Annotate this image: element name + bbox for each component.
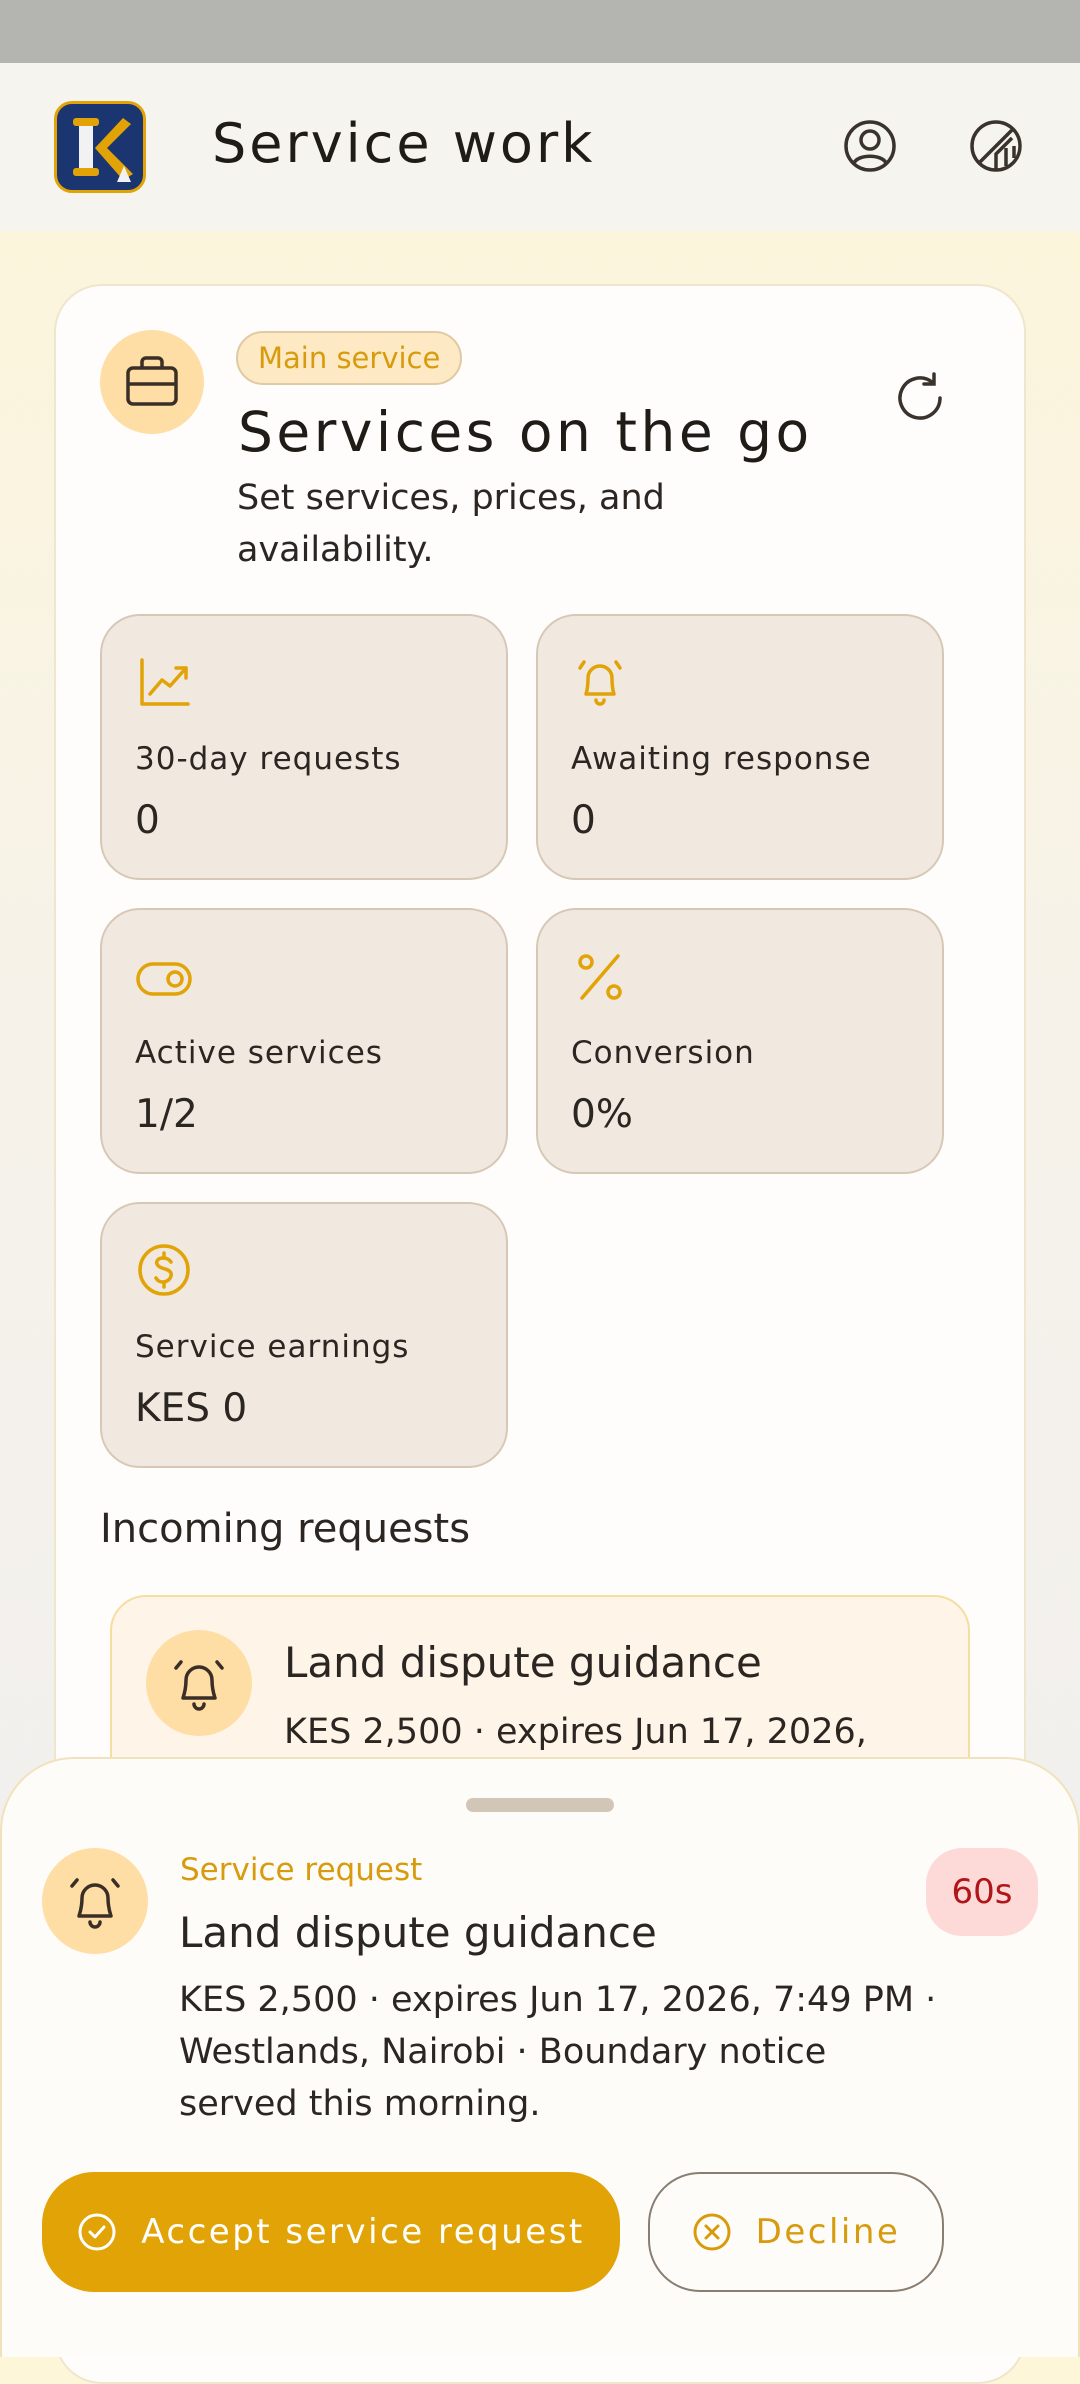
stat-conversion: Conversion 0% [536, 908, 944, 1174]
stat-30-day-requests: 30-day requests 0 [100, 614, 508, 880]
stat-label: Service earnings [135, 1329, 410, 1365]
decline-label: Decline [755, 2212, 901, 2252]
user-circle-icon[interactable] [842, 118, 898, 174]
x-circle-icon [692, 2212, 732, 2252]
refresh-icon[interactable] [890, 368, 950, 428]
sheet-details: KES 2,500 · expires Jun 17, 2026, 7:49 P… [179, 1980, 937, 2124]
section-headline: Services on the go [238, 400, 813, 464]
sheet-kicker: Service request [180, 1852, 423, 1888]
accept-label: Accept service request [141, 2212, 585, 2252]
bell-ringing-icon [146, 1630, 252, 1736]
stat-service-earnings: Service earnings KES 0 [100, 1202, 508, 1468]
stat-value: 0 [135, 798, 160, 843]
request-meta: KES 2,500 · expires Jun 17, 2026, [284, 1712, 867, 1752]
toggle-icon [136, 948, 192, 1004]
status-bar [0, 0, 1080, 63]
bell-ringing-icon [42, 1848, 148, 1954]
stat-awaiting-response: Awaiting response 0 [536, 614, 944, 880]
request-title: Land dispute guidance [284, 1638, 762, 1687]
dollar-coin-icon [136, 1242, 192, 1298]
sheet-title: Land dispute guidance [179, 1908, 657, 1957]
stat-label: Active services [135, 1035, 383, 1071]
check-circle-icon [77, 2212, 117, 2252]
section-subtitle: Set services, prices, and availability. [237, 478, 665, 570]
stat-active-services: Active services 1/2 [100, 908, 508, 1174]
stat-label: 30-day requests [135, 741, 402, 777]
briefcase-icon [100, 330, 204, 434]
page-title: Service work [212, 112, 596, 175]
main-service-chip: Main service [236, 331, 463, 385]
sheet-drag-handle[interactable] [466, 1798, 614, 1812]
incoming-requests-heading: Incoming requests [100, 1506, 471, 1552]
decline-button[interactable]: Decline [648, 2172, 944, 2292]
stat-value: 0 [571, 798, 596, 843]
stat-value: 0% [571, 1092, 633, 1137]
percent-icon [572, 948, 628, 1004]
stat-value: KES 0 [135, 1386, 248, 1431]
countdown-badge: 60s [926, 1848, 1038, 1936]
stat-label: Awaiting response [571, 741, 872, 777]
accept-request-button[interactable]: Accept service request [42, 2172, 620, 2292]
contrast-icon[interactable] [968, 118, 1024, 174]
stat-label: Conversion [571, 1035, 755, 1071]
app-logo-k[interactable] [54, 101, 146, 193]
bell-ringing-icon [572, 654, 628, 710]
stat-value: 1/2 [135, 1092, 198, 1137]
trend-chart-icon [136, 654, 192, 710]
